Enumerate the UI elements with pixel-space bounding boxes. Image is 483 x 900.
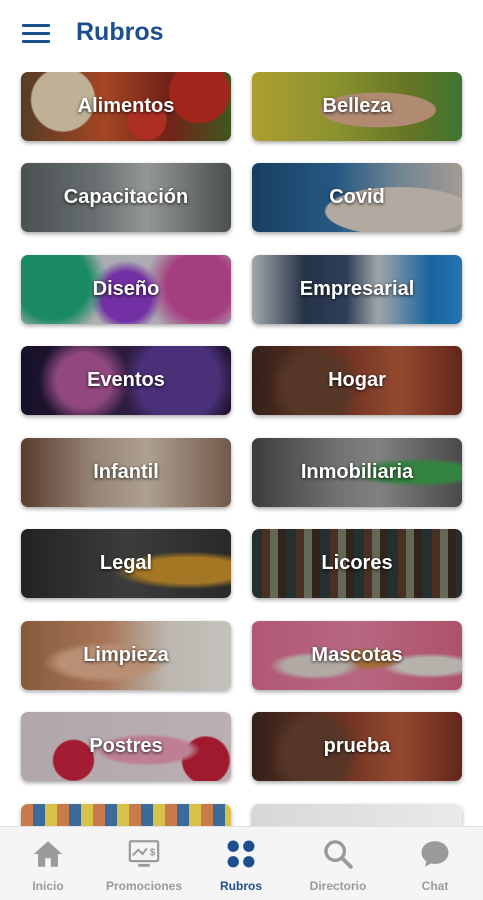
nav-label: Directorio (309, 879, 367, 893)
category-tile-licores[interactable]: Licores (252, 529, 462, 598)
category-label: Licores (321, 552, 393, 574)
nav-item-inicio[interactable]: Inicio (0, 827, 96, 900)
category-label: Mascotas (311, 644, 403, 666)
category-label: Legal (99, 552, 153, 574)
category-tile-empresarial[interactable]: Empresarial (252, 255, 462, 324)
category-label: Infantil (93, 461, 159, 483)
categories-grid-icon (227, 840, 255, 868)
category-tile-partial[interactable] (252, 804, 462, 826)
promotions-monitor-icon: $ (128, 840, 160, 867)
page-title: Rubros (76, 18, 164, 46)
category-tile-mascotas[interactable]: Mascotas (252, 621, 462, 690)
category-tile-alimentos[interactable]: Alimentos (21, 72, 231, 141)
category-tile-belleza[interactable]: Belleza (252, 72, 462, 141)
category-tile-capacitacion[interactable]: Capacitación (21, 163, 231, 232)
category-label: Covid (329, 186, 385, 208)
category-tile-covid[interactable]: Covid (252, 163, 462, 232)
category-tile-prueba[interactable]: prueba (252, 712, 462, 781)
nav-item-chat[interactable]: Chat (387, 827, 483, 900)
search-icon (324, 840, 353, 869)
category-label: Limpieza (83, 644, 169, 666)
chat-bubble-icon (421, 841, 449, 867)
nav-item-promociones[interactable]: $ Promociones (96, 827, 192, 900)
svg-text:$: $ (150, 847, 156, 858)
nav-label: Rubros (220, 879, 262, 893)
category-label: Inmobiliaria (300, 461, 414, 483)
bottom-navigation: Inicio $ Promociones Rubros Directorio C… (0, 826, 483, 900)
category-label: Empresarial (299, 278, 415, 300)
nav-label: Chat (421, 879, 449, 893)
category-tile-eventos[interactable]: Eventos (21, 346, 231, 415)
category-tile-infantil[interactable]: Infantil (21, 438, 231, 507)
category-label: Alimentos (77, 95, 175, 117)
category-tile-inmobiliaria[interactable]: Inmobiliaria (252, 438, 462, 507)
category-label: Capacitación (63, 186, 189, 208)
category-tile-partial[interactable] (21, 804, 231, 826)
category-label: Postres (89, 735, 163, 757)
category-label: Belleza (322, 95, 392, 117)
category-image (21, 804, 231, 826)
hamburger-menu-icon[interactable] (22, 22, 50, 46)
nav-label: Promociones (105, 879, 183, 893)
app-bar: Rubros (0, 0, 483, 66)
category-label: Eventos (87, 369, 165, 391)
nav-label: Inicio (32, 879, 64, 893)
category-tile-postres[interactable]: Postres (21, 712, 231, 781)
nav-item-directorio[interactable]: Directorio (290, 827, 386, 900)
category-tile-diseno[interactable]: Diseño (21, 255, 231, 324)
category-label: prueba (323, 735, 391, 757)
home-icon (33, 841, 63, 867)
category-label: Hogar (328, 369, 386, 391)
category-tile-legal[interactable]: Legal (21, 529, 231, 598)
category-image (252, 804, 462, 826)
category-label: Diseño (92, 278, 160, 300)
categories-grid: Alimentos Belleza Capacitación Covid Dis… (0, 72, 483, 826)
category-tile-limpieza[interactable]: Limpieza (21, 621, 231, 690)
nav-item-rubros[interactable]: Rubros (193, 827, 289, 900)
category-tile-hogar[interactable]: Hogar (252, 346, 462, 415)
